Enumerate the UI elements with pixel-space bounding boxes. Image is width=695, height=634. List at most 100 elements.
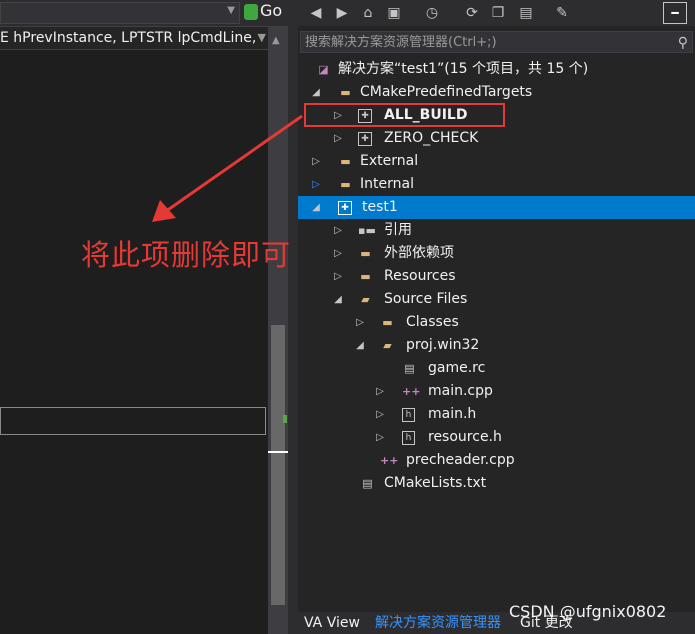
tree-item-cmakelists[interactable]: ▤ CMakeLists.txt — [298, 472, 695, 495]
folder-open-icon: ▰ — [383, 339, 392, 352]
tree-item-external[interactable]: ▷ ▬ External — [298, 150, 695, 173]
collapsed-arrow-icon[interactable]: ▷ — [332, 219, 344, 242]
cpp-file-icon: ++ — [380, 454, 399, 467]
back-icon[interactable]: ◀ — [306, 3, 326, 23]
tree-item-resource-h[interactable]: ▷ h resource.h — [298, 426, 695, 449]
preview-selected-icon[interactable]: ━ — [663, 2, 687, 24]
show-all-files-icon[interactable]: ▤ — [516, 3, 536, 23]
folder-icon: ▬ — [360, 247, 371, 260]
solution-label: 解决方案“test1”(15 个项目，共 15 个) — [338, 61, 589, 77]
tree-item-main-h[interactable]: ▷ h main.h — [298, 403, 695, 426]
sync-icon[interactable]: ⟳ — [462, 3, 482, 23]
tree-item-label: main.h — [428, 406, 477, 422]
tree-item-label: Internal — [360, 176, 414, 192]
tree-item-label: resource.h — [428, 429, 502, 445]
solution-explorer-toolbar: ◀ ▶ ⌂ ▣ ◷ ⟳ ❐ ▤ ✎ ━ — [298, 0, 695, 26]
highlight-box — [304, 103, 505, 127]
tree-item-label: Resources — [384, 268, 456, 284]
tree-item-label: 外部依赖项 — [384, 245, 454, 261]
pending-changes-icon[interactable]: ◷ — [422, 3, 442, 23]
collapsed-arrow-icon[interactable]: ▷ — [374, 380, 386, 403]
chevron-down-icon: ▼ — [257, 31, 266, 44]
tree-item-label: main.cpp — [428, 383, 493, 399]
tree-item-label: Source Files — [384, 291, 468, 307]
collapsed-arrow-icon[interactable]: ▷ — [332, 265, 344, 288]
tree-item-label: game.rc — [428, 360, 486, 376]
chevron-down-icon: ▼ — [227, 5, 235, 16]
tree-item-label: precheader.cpp — [406, 452, 515, 468]
code-editor-pane: ▼ Go E hPrevInstance, LPTSTR lpCmdLine, … — [0, 0, 298, 634]
editor-scrollbar[interactable]: ▲ — [268, 27, 288, 634]
tree-item-source-files[interactable]: ◢ ▰ Source Files — [298, 288, 695, 311]
collapsed-arrow-icon[interactable]: ▷ — [354, 311, 366, 334]
tree-item-label: test1 — [362, 199, 398, 215]
change-marker — [283, 415, 287, 423]
expanded-arrow-icon[interactable]: ◢ — [310, 81, 322, 104]
watermark: CSDN @ufgnix0802 — [509, 602, 667, 621]
cursor-position-marker — [268, 451, 288, 453]
tree-item-external-deps[interactable]: ▷ ▬ 外部依赖项 — [298, 242, 695, 265]
folder-icon: ▬ — [360, 270, 371, 283]
collapsed-arrow-icon[interactable]: ▷ — [310, 150, 322, 173]
scroll-thumb[interactable] — [271, 325, 285, 605]
tree-item-resources[interactable]: ▷ ▬ Resources — [298, 265, 695, 288]
collapse-all-icon[interactable]: ❐ — [488, 3, 508, 23]
collapsed-arrow-icon[interactable]: ▷ — [374, 426, 386, 449]
collapsed-arrow-icon[interactable]: ▷ — [332, 242, 344, 265]
go-icon — [244, 3, 258, 20]
header-file-icon: h — [402, 408, 415, 422]
tree-item-label: CMakeLists.txt — [384, 475, 487, 491]
folder-icon: ▬ — [340, 86, 351, 99]
search-placeholder: 搜索解决方案资源管理器(Ctrl+;) — [305, 35, 497, 50]
tab-solution-explorer[interactable]: 解决方案资源管理器 — [371, 612, 505, 634]
expanded-arrow-icon[interactable]: ◢ — [332, 288, 344, 311]
tree-item-label: 引用 — [384, 222, 412, 238]
tree-item-main-cpp[interactable]: ▷ ++ main.cpp — [298, 380, 695, 403]
folder-icon: ▬ — [340, 155, 351, 168]
scope-dropdown[interactable]: ▼ — [0, 2, 240, 24]
go-label: Go — [260, 1, 283, 20]
solution-icon: ◪ — [318, 63, 329, 76]
tree-item-label: External — [360, 153, 419, 169]
collapsed-arrow-icon[interactable]: ▷ — [310, 173, 322, 196]
tree-item-zero-check[interactable]: ▷ ✚ ZERO_CHECK — [298, 127, 695, 150]
home-icon[interactable]: ⌂ — [358, 3, 378, 23]
go-button[interactable]: Go — [244, 1, 294, 23]
project-icon: ✚ — [338, 201, 352, 215]
search-icon[interactable]: ⚲ — [678, 32, 688, 54]
signature-text: E hPrevInstance, LPTSTR lpCmdLine, — [0, 30, 257, 46]
folder-icon: ▬ — [382, 316, 393, 329]
scroll-up-icon[interactable]: ▲ — [272, 35, 280, 46]
header-file-icon: h — [402, 431, 415, 445]
collapsed-arrow-icon[interactable]: ▷ — [374, 403, 386, 426]
tree-item-game-rc[interactable]: ▤ game.rc — [298, 357, 695, 380]
folder-open-icon: ▰ — [361, 293, 370, 306]
project-icon: ✚ — [358, 132, 372, 146]
cpp-file-icon: ++ — [402, 385, 421, 398]
text-file-icon: ▤ — [362, 477, 373, 490]
properties-wrench-icon[interactable]: ✎ — [552, 3, 572, 23]
solution-root[interactable]: ◪ 解决方案“test1”(15 个项目，共 15 个) — [298, 58, 695, 81]
tree-item-test1[interactable]: ◢ ✚ test1 — [298, 196, 695, 219]
tree-item-label: ZERO_CHECK — [384, 130, 479, 146]
solution-search-input[interactable]: 搜索解决方案资源管理器(Ctrl+;) ⚲ — [300, 31, 693, 53]
forward-icon[interactable]: ▶ — [332, 3, 352, 23]
pane-splitter[interactable] — [288, 0, 298, 634]
editor-input-box[interactable] — [0, 407, 266, 435]
tab-va-view[interactable]: VA View — [300, 612, 364, 634]
expanded-arrow-icon[interactable]: ◢ — [354, 334, 366, 357]
tree-item-cmakepredefinedtargets[interactable]: ◢ ▬ CMakePredefinedTargets — [298, 81, 695, 104]
function-signature-bar[interactable]: E hPrevInstance, LPTSTR lpCmdLine, ▼ — [0, 27, 268, 50]
annotation-callout: 将此项删除即可 — [81, 238, 292, 272]
tree-item-precheader-cpp[interactable]: ++ precheader.cpp — [298, 449, 695, 472]
tree-item-classes[interactable]: ▷ ▬ Classes — [298, 311, 695, 334]
expanded-arrow-icon[interactable]: ◢ — [310, 196, 322, 219]
editor-top-bar: ▼ Go — [0, 0, 298, 27]
tree-item-proj-win32[interactable]: ◢ ▰ proj.win32 — [298, 334, 695, 357]
tree-item-internal[interactable]: ▷ ▬ Internal — [298, 173, 695, 196]
collapsed-arrow-icon[interactable]: ▷ — [332, 127, 344, 150]
switch-views-icon[interactable]: ▣ — [384, 3, 404, 23]
tree-item-references[interactable]: ▷ ▪▬ 引用 — [298, 219, 695, 242]
tree-item-label: proj.win32 — [406, 337, 480, 353]
references-icon: ▪▬ — [358, 224, 376, 237]
